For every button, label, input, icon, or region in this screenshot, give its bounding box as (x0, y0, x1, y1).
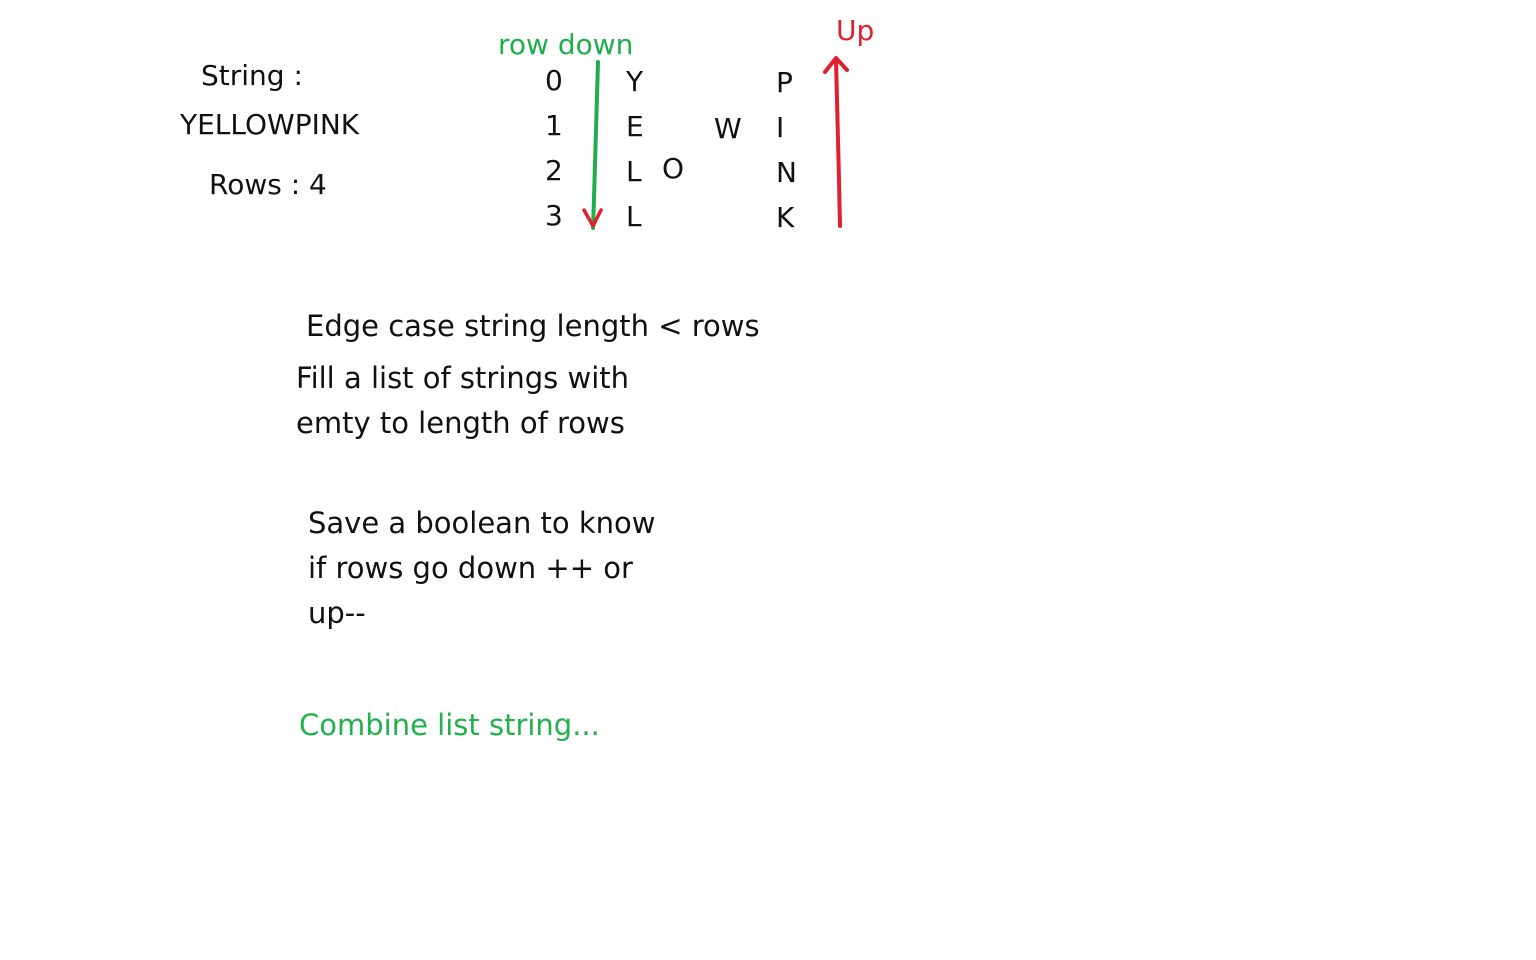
note-fill-line-2: emty to length of rows (296, 406, 625, 440)
down-arrow-shaft (591, 60, 600, 230)
note-bool-line-1: Save a boolean to know (308, 506, 656, 540)
direction-arrows (582, 56, 849, 230)
up-arrow-shaft (834, 58, 842, 228)
note-fill-line-1: Fill a list of strings with (296, 361, 630, 395)
whiteboard-canvas: String : YELLOWPINK Rows : 4 row down Up… (0, 0, 1536, 960)
note-bool-line-3: up-- (308, 596, 366, 630)
note-combine: Combine list string... (299, 708, 600, 742)
note-bool-line-2: if rows go down ++ or (308, 551, 633, 585)
note-edge-case: Edge case string length < rows (306, 309, 760, 343)
